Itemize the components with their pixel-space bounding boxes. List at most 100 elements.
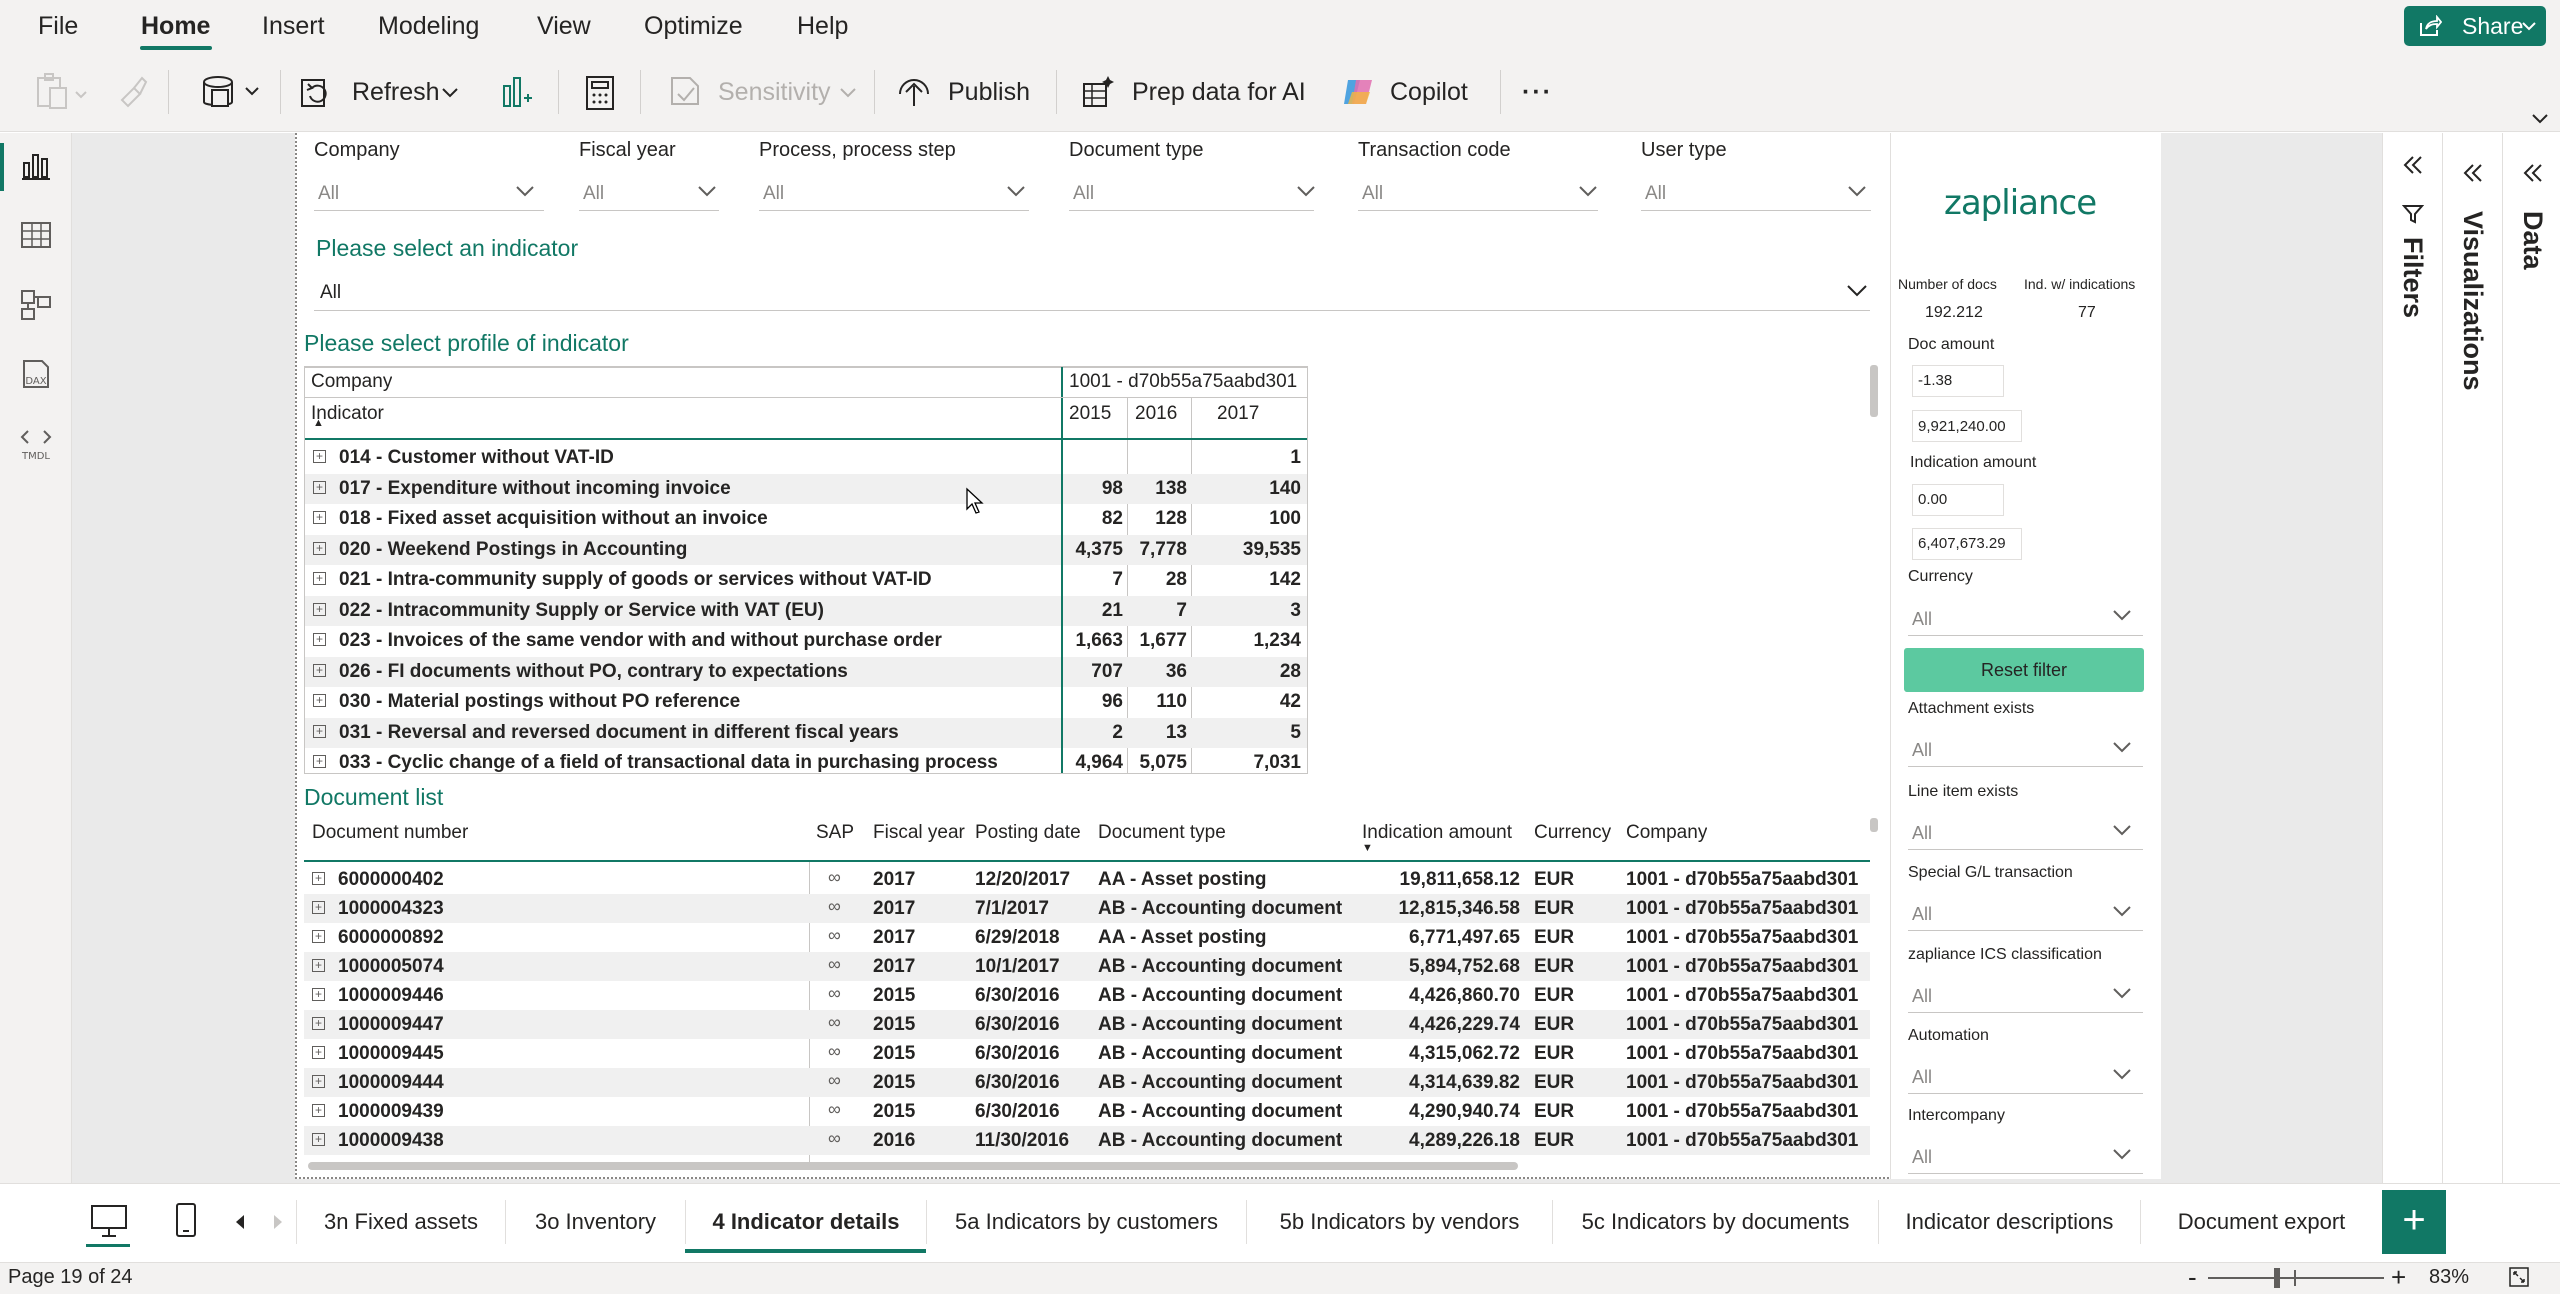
copilot-icon[interactable] (1340, 74, 1376, 110)
fit-to-page-icon[interactable] (2508, 1266, 2530, 1288)
chevron-down-icon[interactable] (442, 88, 458, 98)
slicer-fiscal-year-value[interactable]: All (583, 183, 604, 205)
matrix-row-indicator[interactable]: 021 - Intra-community supply of goods or… (339, 569, 932, 591)
visualizations-pane[interactable]: Visualizations (2442, 133, 2502, 1183)
rp-filter-value[interactable]: All (1912, 823, 1932, 844)
page-tab[interactable]: 5c Indicators by documents (1552, 1200, 1878, 1244)
matrix-row-indicator[interactable]: 023 - Invoices of the same vendor with a… (339, 630, 942, 652)
expand-icon[interactable]: + (313, 694, 326, 707)
doclist-header[interactable]: Posting date (975, 822, 1081, 844)
currency-value[interactable]: All (1912, 609, 1932, 630)
report-view-icon[interactable] (20, 151, 52, 181)
page-tab[interactable]: 3o Inventory (505, 1200, 685, 1244)
doclist-header[interactable]: SAP (816, 822, 854, 844)
slicer-user-type-value[interactable]: All (1645, 183, 1666, 205)
copilot-button[interactable]: Copilot (1390, 70, 1468, 114)
doclist-header[interactable]: Indication amount (1362, 822, 1512, 844)
rp-filter-value[interactable]: All (1912, 1067, 1932, 1088)
dax-query-icon[interactable]: DAX (16, 357, 56, 397)
add-page-button[interactable]: + (2382, 1190, 2446, 1254)
matrix-cell-value[interactable]: 42 (1191, 691, 1301, 713)
menu-file[interactable]: File (38, 10, 78, 42)
matrix-cell-value[interactable]: 13 (1077, 722, 1187, 744)
ribbon-collapse-icon[interactable] (2532, 114, 2548, 124)
page-tab[interactable]: Indicator descriptions (1878, 1200, 2140, 1244)
rp-filter-value[interactable]: All (1912, 740, 1932, 761)
expand-icon[interactable]: + (313, 572, 326, 585)
expand-icon[interactable]: + (312, 1046, 325, 1059)
desktop-layout-icon[interactable] (90, 1204, 128, 1238)
page-tab[interactable]: 5a Indicators by customers (926, 1200, 1246, 1244)
matrix-cell-value[interactable]: 138 (1077, 478, 1187, 500)
matrix-cell-value[interactable]: 7,778 (1077, 539, 1187, 561)
matrix-cell-value[interactable]: 39,535 (1191, 539, 1301, 561)
menu-insert[interactable]: Insert (262, 10, 325, 42)
chevron-down-icon[interactable] (516, 186, 534, 197)
menu-help[interactable]: Help (797, 10, 848, 42)
chevron-down-icon[interactable] (2113, 1149, 2131, 1160)
chevron-down-icon[interactable] (2113, 988, 2131, 999)
data-source-icon[interactable] (198, 70, 264, 114)
indicator-select-value[interactable]: All (320, 282, 341, 304)
matrix-cell-value[interactable]: 7 (1077, 600, 1187, 622)
doclist-document-number[interactable]: 1000004323 (338, 898, 444, 920)
chevron-down-icon[interactable] (1297, 186, 1315, 197)
doclist-document-number[interactable]: 1000009445 (338, 1043, 444, 1065)
expand-icon[interactable]: + (312, 901, 325, 914)
expand-icon[interactable]: + (312, 988, 325, 1001)
matrix-cell-value[interactable]: 5 (1191, 722, 1301, 744)
more-options-button[interactable]: ··· (1522, 70, 1553, 114)
matrix-cell-value[interactable]: 36 (1077, 661, 1187, 683)
doclist-header[interactable]: Document number (312, 822, 468, 844)
menu-optimize[interactable]: Optimize (644, 10, 743, 42)
matrix-row-indicator[interactable]: 026 - FI documents without PO, contrary … (339, 661, 848, 683)
expand-icon[interactable]: + (312, 872, 325, 885)
matrix-cell-value[interactable]: 28 (1191, 661, 1301, 683)
expand-icon[interactable]: + (313, 633, 326, 646)
expand-icon[interactable]: + (312, 959, 325, 972)
calculator-icon[interactable] (584, 74, 616, 112)
doclist-header[interactable]: Document type (1098, 822, 1226, 844)
matrix-scrollbar[interactable] (1870, 365, 1878, 417)
matrix-row-indicator[interactable]: 022 - Intracommunity Supply or Service w… (339, 600, 824, 622)
expand-icon[interactable]: + (312, 1075, 325, 1088)
doclist-document-number[interactable]: 1000005074 (338, 956, 444, 978)
table-view-icon[interactable] (20, 221, 52, 249)
share-button[interactable]: Share (2404, 6, 2546, 46)
double-chevron-left-icon[interactable] (2521, 163, 2545, 183)
publish-icon[interactable] (896, 74, 932, 110)
double-chevron-left-icon[interactable] (2401, 155, 2425, 175)
reset-filter-button[interactable]: Reset filter (1904, 648, 2144, 692)
chevron-down-icon[interactable] (1847, 285, 1867, 297)
expand-icon[interactable]: + (313, 511, 326, 524)
doclist-h-scrollbar[interactable] (308, 1162, 1518, 1170)
doclist-header[interactable]: Fiscal year (873, 822, 965, 844)
rp-filter-value[interactable]: All (1912, 904, 1932, 925)
rp-filter-value[interactable]: All (1912, 1147, 1932, 1168)
matrix-cell-value[interactable]: 128 (1077, 508, 1187, 530)
expand-icon[interactable]: + (313, 602, 326, 616)
page-tab[interactable]: 5b Indicators by vendors (1246, 1200, 1552, 1244)
matrix-row-indicator[interactable]: 018 - Fixed asset acquisition without an… (339, 508, 768, 530)
matrix-cell-value[interactable]: 1,234 (1191, 630, 1301, 652)
sap-link-icon[interactable]: ∞ (828, 983, 841, 1004)
matrix-row-indicator[interactable]: 014 - Customer without VAT-ID (339, 447, 614, 469)
doclist-header[interactable]: Company (1626, 822, 1707, 844)
doclist-document-number[interactable]: 1000009438 (338, 1130, 444, 1152)
matrix-row-indicator[interactable]: 030 - Material postings without PO refer… (339, 691, 740, 713)
doclist-document-number[interactable]: 6000000402 (338, 869, 444, 891)
expand-icon[interactable]: + (313, 450, 326, 463)
doclist-header[interactable]: Currency (1534, 822, 1611, 844)
chevron-down-icon[interactable] (1848, 186, 1866, 197)
page-tab[interactable]: Document export (2140, 1200, 2382, 1244)
matrix-cell-value[interactable]: 3 (1191, 600, 1301, 622)
expand-icon[interactable]: + (312, 1133, 325, 1146)
data-pane[interactable]: Data (2502, 133, 2560, 1183)
slicer-process-value[interactable]: All (763, 183, 784, 205)
expand-icon[interactable]: + (313, 724, 326, 738)
menu-modeling[interactable]: Modeling (378, 10, 479, 42)
matrix-cell-value[interactable]: 100 (1191, 508, 1301, 530)
doclist-document-number[interactable]: 1000009446 (338, 985, 444, 1007)
slicer-company-value[interactable]: All (318, 183, 339, 205)
expand-icon[interactable]: + (312, 930, 325, 943)
